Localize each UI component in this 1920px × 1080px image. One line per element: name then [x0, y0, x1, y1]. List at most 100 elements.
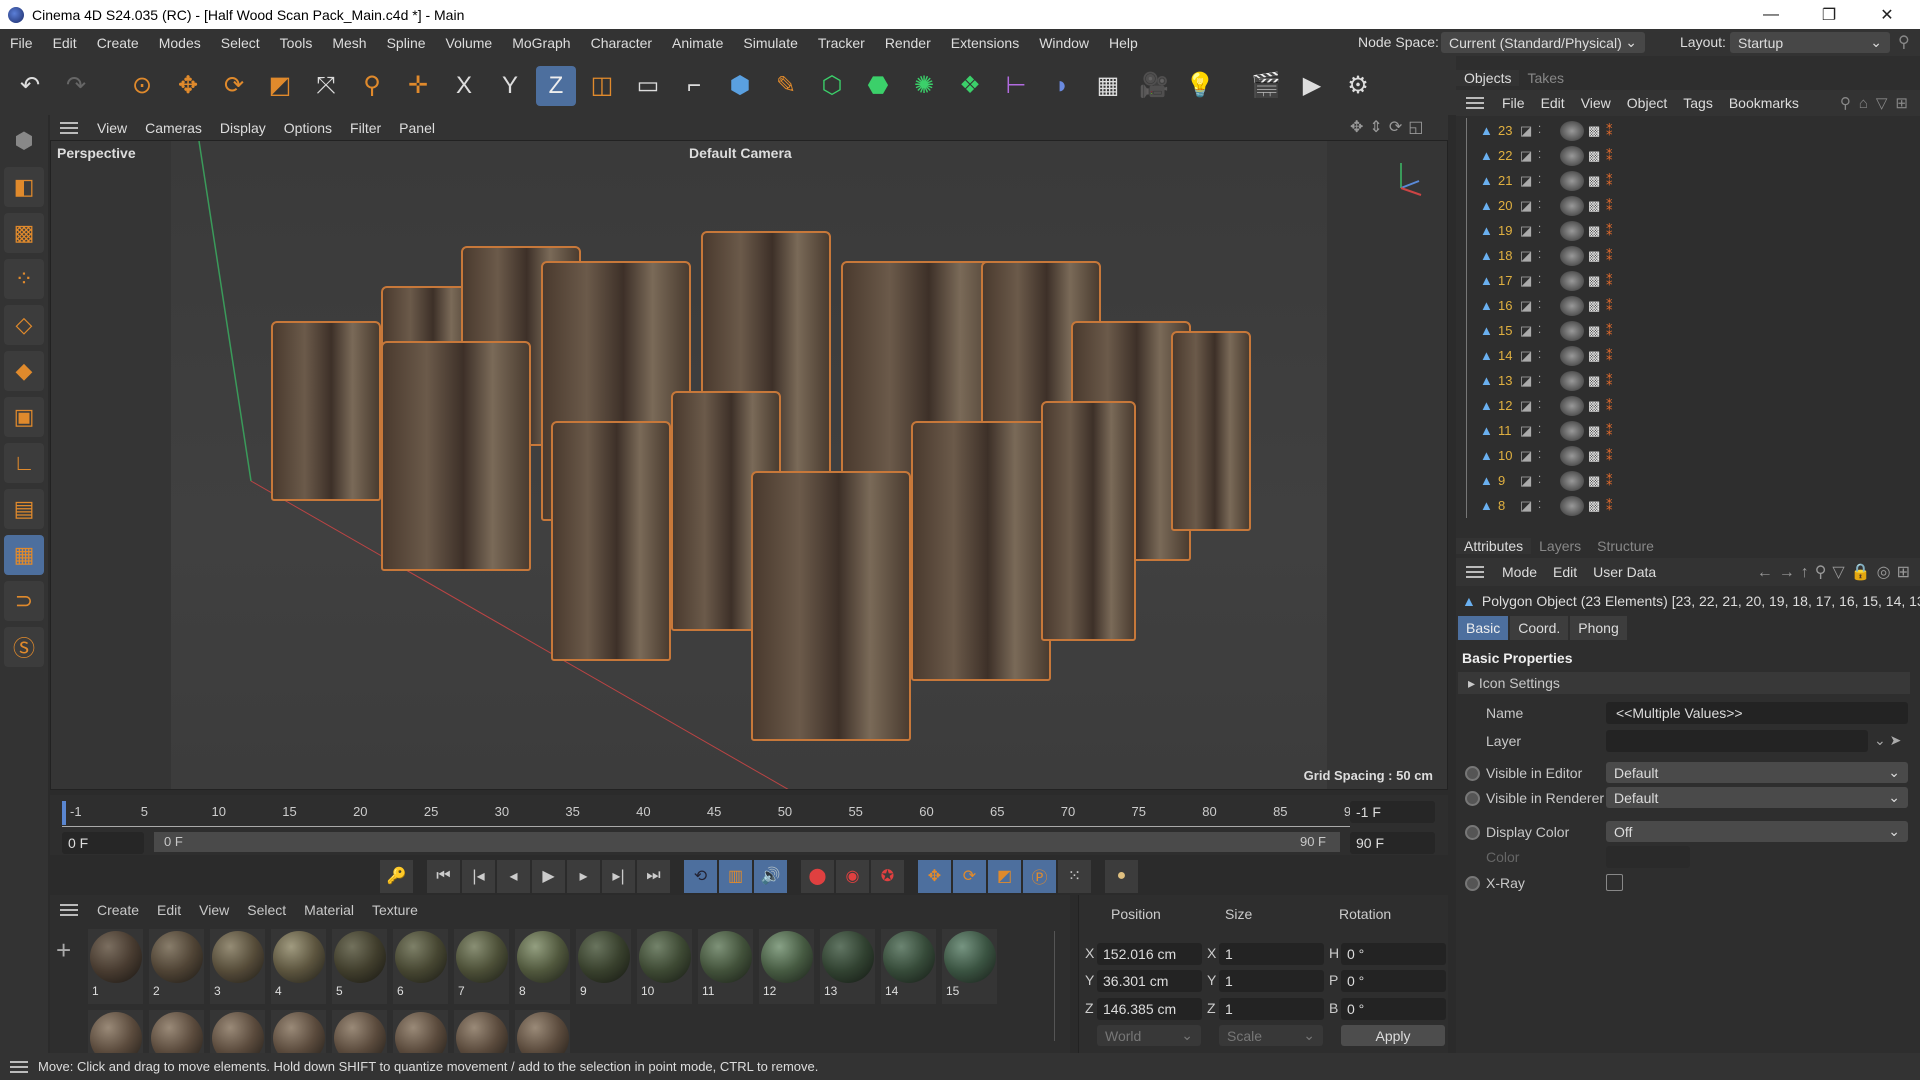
phong-tag-icon[interactable]: ⁑ — [1606, 298, 1613, 314]
key-scale-icon[interactable]: ◩ — [988, 859, 1021, 893]
layer-icon[interactable]: ◪ — [1520, 273, 1538, 289]
timeline[interactable]: -151015202530354045505560657075808590 -1… — [50, 795, 1448, 855]
layer-icon[interactable]: ◪ — [1520, 323, 1538, 339]
deformer-icon[interactable]: ⊢ — [996, 66, 1036, 106]
wood-log[interactable] — [551, 421, 671, 661]
uvw-tag-icon[interactable]: ▩ — [1588, 298, 1606, 314]
viewport-menu-panel[interactable]: Panel — [390, 120, 444, 136]
layer-icon[interactable]: ◪ — [1520, 348, 1538, 364]
viewport-navigation-icons[interactable]: ✥⇕⟳◱ — [1350, 117, 1429, 137]
edges-mode-icon[interactable]: ◇ — [4, 305, 44, 345]
material-menu-view[interactable]: View — [190, 902, 238, 918]
material-swatch[interactable]: 1 — [88, 929, 143, 1004]
object-name[interactable]: 23 — [1498, 123, 1520, 138]
3d-viewport[interactable]: Perspective Default Camera Grid Spacing … — [50, 140, 1448, 790]
visibility-dots-icon[interactable]: ⁚ — [1538, 125, 1560, 136]
subtab-basic[interactable]: Basic — [1458, 616, 1509, 640]
layer-icon[interactable]: ◪ — [1520, 298, 1538, 314]
object-list-item[interactable]: ▲ 20 ◪ ⁚ ▩ ⁑ — [1456, 193, 1920, 218]
visibility-dots-icon[interactable]: ⁚ — [1538, 175, 1560, 186]
object-list-item[interactable]: ▲ 11 ◪ ⁚ ▩ ⁑ — [1456, 418, 1920, 443]
polygons-mode-icon[interactable]: ◆ — [4, 351, 44, 391]
material-swatch[interactable]: 15 — [942, 929, 997, 1004]
uvw-tag-icon[interactable]: ▩ — [1588, 173, 1606, 189]
material-tag-icon[interactable] — [1560, 495, 1584, 516]
visibility-dots-icon[interactable]: ⁚ — [1538, 350, 1560, 361]
layer-icon[interactable]: ◪ — [1520, 498, 1538, 514]
uvw-tag-icon[interactable]: ▩ — [1588, 198, 1606, 214]
menu-edit[interactable]: Edit — [43, 35, 87, 51]
phong-tag-icon[interactable]: ⁑ — [1606, 398, 1613, 414]
menu-tracker[interactable]: Tracker — [808, 35, 875, 51]
undo-icon[interactable]: ↶ — [10, 66, 50, 106]
uvw-tag-icon[interactable]: ▩ — [1588, 448, 1606, 464]
record-active-icon[interactable]: ⬤ — [801, 859, 834, 893]
name-field[interactable]: <<Multiple Values>> — [1606, 702, 1908, 724]
menu-render[interactable]: Render — [875, 35, 941, 51]
objects-toolbar-icons[interactable]: ⚲⌂▽⊞ — [1840, 94, 1920, 112]
menu-mograph[interactable]: MoGraph — [502, 35, 580, 51]
transform-tool-icon[interactable]: ⤧ — [306, 66, 346, 106]
material-tag-icon[interactable] — [1560, 320, 1584, 341]
extrude-icon[interactable]: ⬣ — [858, 66, 898, 106]
uvw-tag-icon[interactable]: ▩ — [1588, 473, 1606, 489]
animate-radio-icon[interactable] — [1465, 876, 1480, 891]
object-name[interactable]: 15 — [1498, 323, 1520, 338]
size-z-field[interactable]: 1 — [1219, 998, 1324, 1020]
object-list-item[interactable]: ▲ 22 ◪ ⁚ ▩ ⁑ — [1456, 143, 1920, 168]
material-tag-icon[interactable] — [1560, 220, 1584, 241]
layer-icon[interactable]: ◪ — [1520, 373, 1538, 389]
make-editable-icon[interactable]: ⬢ — [4, 121, 44, 161]
go-to-start-icon[interactable]: ⏮ — [427, 859, 460, 893]
layer-icon[interactable]: ◪ — [1520, 148, 1538, 164]
object-list-item[interactable]: ▲ 17 ◪ ⁚ ▩ ⁑ — [1456, 268, 1920, 293]
visibility-dots-icon[interactable]: ⁚ — [1538, 150, 1560, 161]
menu-create[interactable]: Create — [87, 35, 149, 51]
object-list-item[interactable]: ▲ 12 ◪ ⁚ ▩ ⁑ — [1456, 393, 1920, 418]
object-list-item[interactable]: ▲ 8 ◪ ⁚ ▩ ⁑ — [1456, 493, 1920, 518]
object-name[interactable]: 13 — [1498, 373, 1520, 388]
object-name[interactable]: 9 — [1498, 473, 1520, 488]
hamburger-icon[interactable] — [1466, 97, 1484, 109]
cube-icon[interactable]: ⬢ — [720, 66, 760, 106]
object-name[interactable]: 11 — [1498, 423, 1520, 438]
sound-icon[interactable]: 🔊 — [754, 859, 787, 893]
material-tag-icon[interactable] — [1560, 195, 1584, 216]
phong-tag-icon[interactable]: ⁑ — [1606, 273, 1613, 289]
material-menu-material[interactable]: Material — [295, 902, 363, 918]
object-list-item[interactable]: ▲ 13 ◪ ⁚ ▩ ⁑ — [1456, 368, 1920, 393]
z-axis-icon[interactable]: Z — [536, 65, 576, 106]
phong-tag-icon[interactable]: ⁑ — [1606, 223, 1613, 239]
preview-range-slider[interactable]: 0 F 90 F — [154, 832, 1340, 852]
previous-frame-icon[interactable]: ◂ — [497, 859, 530, 893]
uvw-tag-icon[interactable]: ▩ — [1588, 423, 1606, 439]
menu-modes[interactable]: Modes — [149, 35, 211, 51]
object-name[interactable]: 16 — [1498, 298, 1520, 313]
phong-tag-icon[interactable]: ⁑ — [1606, 448, 1613, 464]
wood-log[interactable] — [381, 341, 531, 571]
material-swatch[interactable]: 14 — [881, 929, 936, 1004]
menu-tools[interactable]: Tools — [270, 35, 323, 51]
visibility-dots-icon[interactable]: ⁚ — [1538, 325, 1560, 336]
uvw-tag-icon[interactable]: ▩ — [1588, 248, 1606, 264]
menu-simulate[interactable]: Simulate — [733, 35, 807, 51]
mograph-icon[interactable]: ❖ — [950, 66, 990, 106]
attributes-menu-mode[interactable]: Mode — [1494, 564, 1545, 580]
render-region-icon[interactable]: ▭ — [628, 66, 668, 106]
subtab-coord[interactable]: Coord. — [1510, 616, 1569, 640]
material-swatch[interactable]: 7 — [454, 929, 509, 1004]
wood-log[interactable] — [1041, 401, 1136, 641]
size-y-field[interactable]: 1 — [1219, 970, 1324, 992]
next-frame-icon[interactable]: ▸ — [567, 859, 600, 893]
layer-icon[interactable]: ◪ — [1520, 448, 1538, 464]
viewport-menu-cameras[interactable]: Cameras — [136, 120, 211, 136]
material-menu-texture[interactable]: Texture — [363, 902, 427, 918]
material-swatch[interactable]: 2 — [149, 929, 204, 1004]
menu-volume[interactable]: Volume — [436, 35, 503, 51]
uvw-tag-icon[interactable]: ▩ — [1588, 223, 1606, 239]
subtab-phong[interactable]: Phong — [1570, 616, 1627, 640]
key-position-icon[interactable]: ✥ — [918, 859, 951, 893]
material-tag-icon[interactable] — [1560, 170, 1584, 191]
hamburger-icon[interactable] — [10, 1060, 28, 1073]
material-swatch[interactable]: 12 — [759, 929, 814, 1004]
